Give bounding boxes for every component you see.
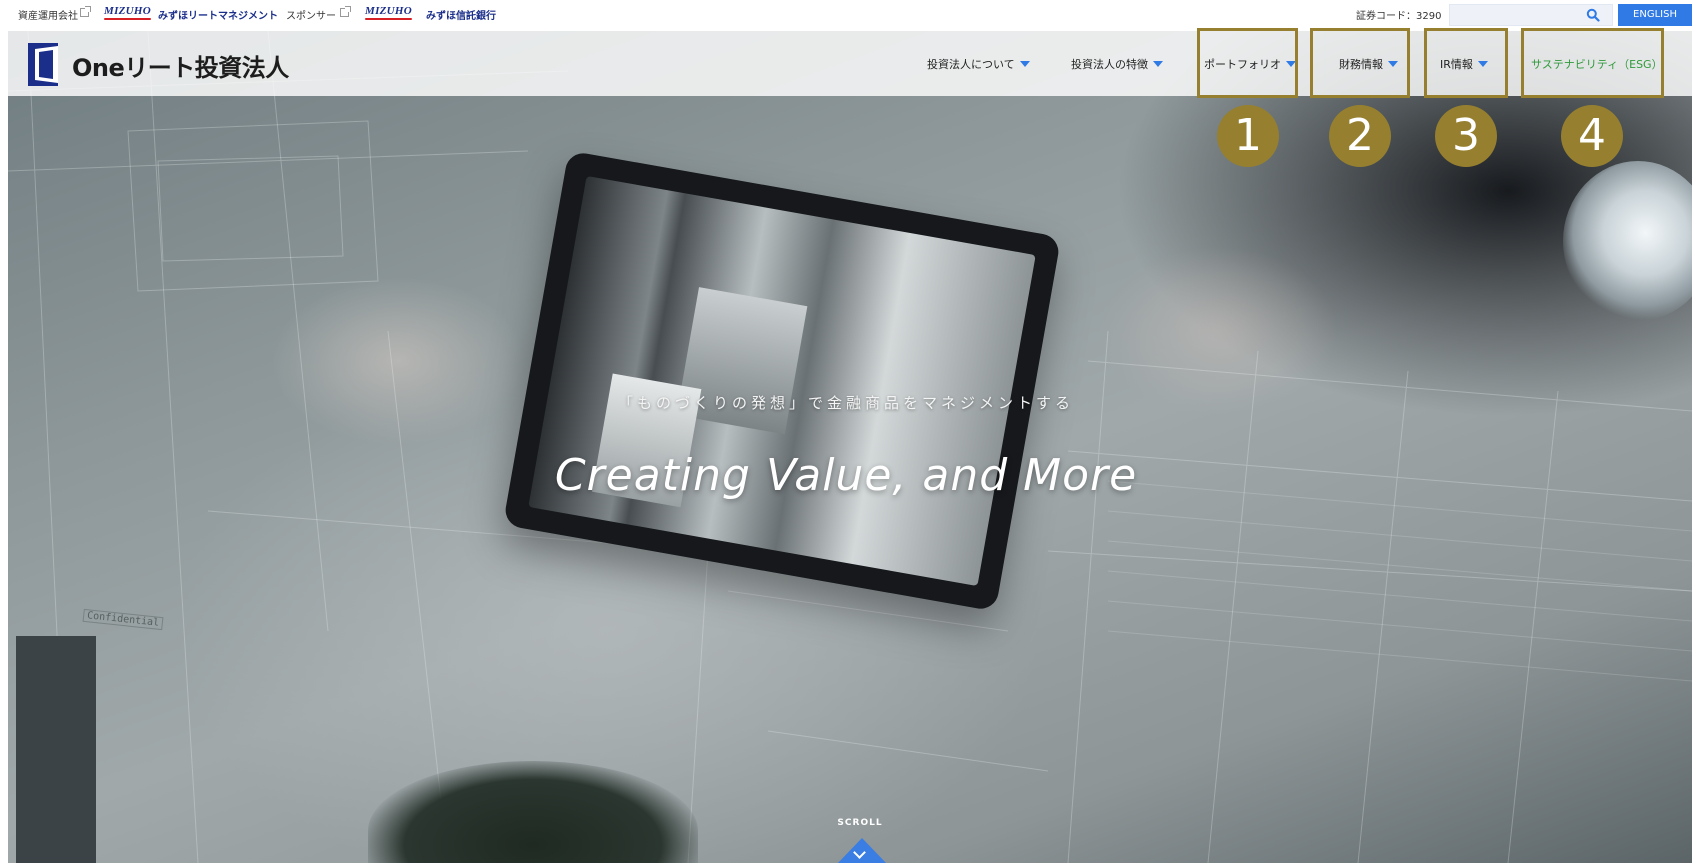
logo-mark-icon[interactable] bbox=[28, 43, 58, 86]
english-button[interactable]: ENGLISH bbox=[1618, 4, 1692, 26]
highlight-box-ir bbox=[1424, 28, 1508, 98]
annotation-badge-4: 4 bbox=[1561, 105, 1623, 167]
highlight-box-portfolio bbox=[1197, 28, 1298, 98]
external-link-icon bbox=[340, 6, 351, 17]
scroll-label: SCROLL bbox=[837, 818, 883, 828]
hero-subtitle: 「ものづくりの発想」で金融商品をマネジメントする bbox=[617, 394, 1074, 412]
annotation-badge-2: 2 bbox=[1329, 105, 1391, 167]
nav-item-about[interactable]: 投資法人について bbox=[927, 56, 1030, 72]
sponsor-link[interactable]: みずほ信託銀行 bbox=[426, 7, 496, 22]
utility-bar: 資産運用会社 MIZUHO みずほリートマネジメント スポンサー MIZUHO … bbox=[0, 0, 1692, 31]
search-icon[interactable] bbox=[1586, 8, 1600, 22]
site-logo[interactable]: Oneリート投資法人 bbox=[72, 48, 289, 83]
chevron-down-icon bbox=[1153, 61, 1163, 67]
sponsor-logo[interactable]: MIZUHO bbox=[365, 5, 413, 20]
hero-section: Confidential bbox=[8, 31, 1692, 863]
asset-manager-logo[interactable]: MIZUHO bbox=[104, 5, 152, 20]
annotation-badge-3: 3 bbox=[1435, 105, 1497, 167]
building-model-image bbox=[16, 636, 96, 863]
asset-manager-link[interactable]: みずほリートマネジメント bbox=[158, 7, 278, 22]
sponsor-label: スポンサー bbox=[286, 11, 336, 22]
highlight-box-financial bbox=[1310, 28, 1410, 98]
highlight-box-sustainability bbox=[1521, 28, 1664, 98]
annotation-badge-1: 1 bbox=[1217, 105, 1279, 167]
nav-item-features[interactable]: 投資法人の特徴 bbox=[1071, 56, 1163, 72]
nav-item-label: 投資法人の特徴 bbox=[1071, 58, 1148, 71]
hero-title: Creating Value, and More bbox=[554, 450, 1138, 501]
nav-item-label: 投資法人について bbox=[927, 58, 1015, 71]
stock-code: 証券コード：3290 bbox=[1356, 11, 1442, 22]
chevron-down-icon bbox=[1019, 61, 1030, 67]
asset-manager-label: 資産運用会社 bbox=[18, 11, 78, 22]
external-link-icon bbox=[80, 6, 91, 17]
